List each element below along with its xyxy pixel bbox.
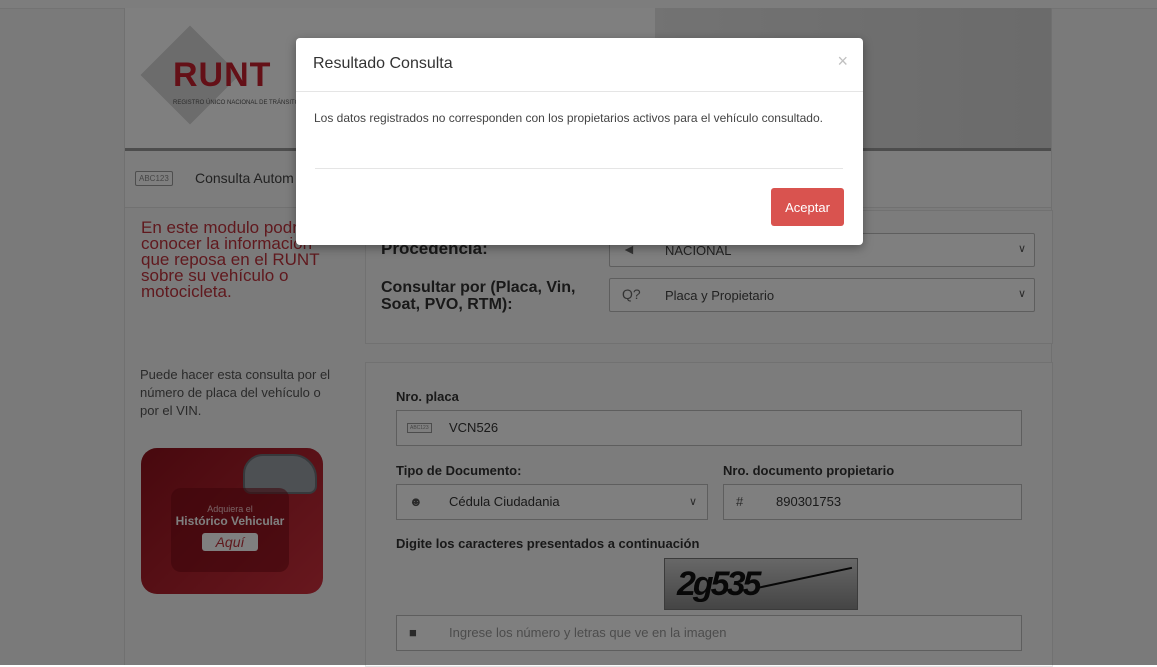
dialog-message: Los datos registrados no corresponden co… <box>314 111 823 125</box>
close-icon[interactable]: × <box>837 51 848 72</box>
aceptar-button[interactable]: Aceptar <box>771 188 844 226</box>
dialog-title: Resultado Consulta <box>313 55 453 72</box>
dialog-divider-bottom <box>315 168 843 169</box>
resultado-consulta-dialog: Resultado Consulta × Los datos registrad… <box>296 38 863 245</box>
dialog-divider-top <box>296 91 863 92</box>
